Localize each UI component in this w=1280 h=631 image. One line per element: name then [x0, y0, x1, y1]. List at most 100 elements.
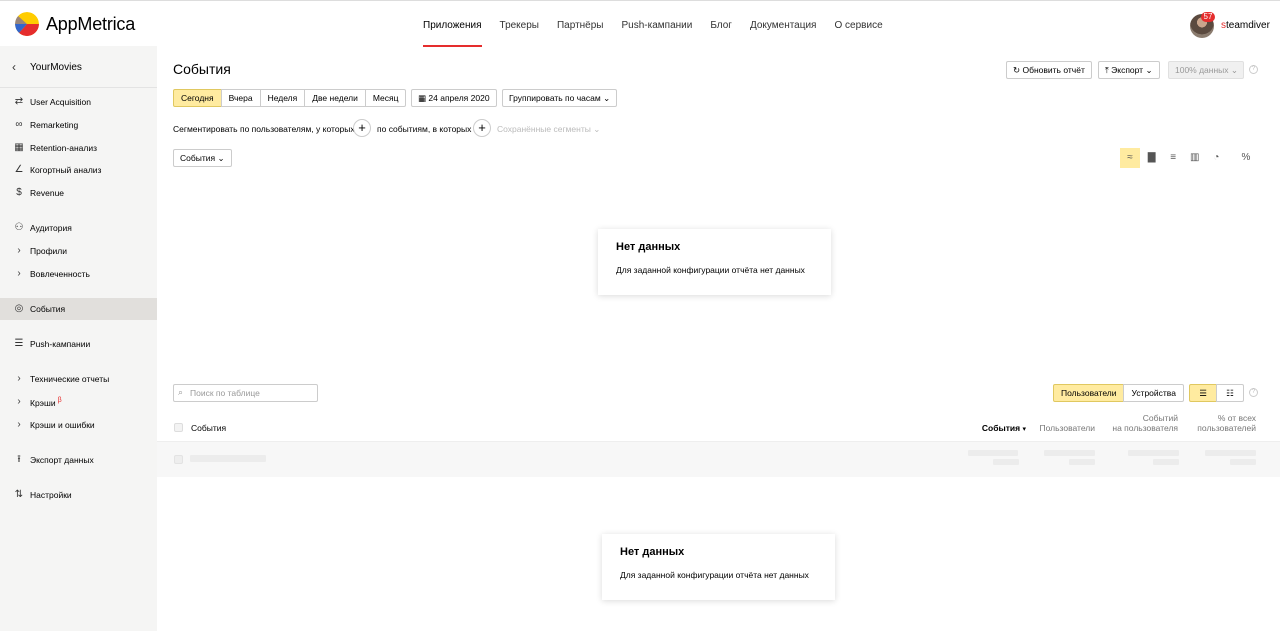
audience-icon: ⚇ — [14, 222, 24, 233]
skeleton-bar — [1153, 459, 1179, 465]
stacked-chart-icon[interactable]: ≡ — [1163, 148, 1183, 168]
column-users[interactable]: Пользователи — [1034, 423, 1095, 433]
dimension-label: События — [180, 153, 216, 163]
nav-item-apps[interactable]: Приложения — [414, 1, 491, 47]
segment-by-users-label: Сегментировать по пользователям, у котор… — [173, 124, 355, 134]
per-user-line-2: на пользователя — [1112, 423, 1178, 433]
per-user-line-1: Событий — [1142, 413, 1178, 423]
table-view-toggle: ☰ ☷ — [1189, 384, 1244, 402]
period-week[interactable]: Неделя — [259, 89, 306, 107]
export-button[interactable]: ⤒ Экспорт ⌄ — [1098, 61, 1160, 79]
sidebar-item-revenue[interactable]: $ Revenue — [0, 182, 157, 204]
sidebar-item-crashes-errors[interactable]: › Крэши и ошибки — [0, 414, 157, 436]
sidebar-item-settings[interactable]: ⇅ Настройки — [0, 484, 157, 506]
sidebar-item-label: Revenue — [30, 188, 65, 198]
nav-item-partners[interactable]: Партнёры — [548, 1, 613, 47]
group-by-select[interactable]: Группировать по часам ⌄ — [502, 89, 618, 107]
period-month[interactable]: Месяц — [364, 89, 407, 107]
skeleton-bar — [1069, 459, 1095, 465]
sidebar-item-cohort[interactable]: ∠ Когортный анализ — [0, 159, 157, 181]
username-rest: teamdiver — [1226, 20, 1270, 31]
bar-chart-icon[interactable]: ▇ — [1142, 148, 1162, 168]
table-search[interactable]: ⌕ — [173, 384, 318, 402]
nav-item-about[interactable]: О сервисе — [825, 1, 891, 47]
app-name: YourMovies — [30, 62, 82, 73]
chevron-down-icon: ⌄ — [603, 93, 611, 103]
target-icon: ◎ — [14, 303, 24, 314]
period-today[interactable]: Сегодня — [173, 89, 222, 107]
toggle-users[interactable]: Пользователи — [1053, 384, 1125, 402]
column-events-per-user[interactable]: Событий на пользователя — [1097, 413, 1178, 433]
chevron-right-icon: › — [17, 373, 21, 384]
nav-item-blog[interactable]: Блог — [701, 1, 741, 47]
sampling-button[interactable]: 100% данных ⌄ — [1168, 61, 1244, 79]
chevron-down-icon: ⌄ — [1230, 65, 1239, 75]
skeleton-bar — [1044, 450, 1095, 456]
appmetrica-logo-icon[interactable] — [15, 12, 39, 36]
nav-item-docs[interactable]: Документация — [741, 1, 826, 47]
add-user-segment-button[interactable]: + — [353, 119, 371, 137]
sidebar-item-profiles[interactable]: › Профили — [0, 240, 157, 262]
username[interactable]: steamdiver — [1221, 20, 1270, 31]
app-back-link[interactable]: ‹ YourMovies — [0, 46, 157, 88]
percent-icon[interactable]: % — [1236, 148, 1256, 168]
date-label: 24 апреля 2020 — [428, 93, 490, 103]
refresh-report-button[interactable]: ↻ Обновить отчёт — [1006, 61, 1092, 79]
skeleton-bar — [968, 450, 1018, 456]
sidebar-item-label: Вовлеченность — [30, 269, 90, 279]
sidebar-item-remarketing[interactable]: ∞ Remarketing — [0, 114, 157, 136]
saved-segments-select[interactable]: Сохранённые сегменты ⌄ — [497, 124, 600, 135]
notification-badge[interactable]: 57 — [1201, 12, 1215, 22]
column-percent-users[interactable]: % от всех пользователей — [1186, 413, 1256, 433]
help-icon[interactable]: ? — [1249, 65, 1258, 74]
pie-chart-icon[interactable]: ◔ — [1206, 148, 1226, 168]
chevron-down-icon: ⌄ — [1145, 65, 1153, 75]
add-event-segment-button[interactable]: + — [473, 119, 491, 137]
sidebar-item-label: Технические отчеты — [30, 374, 110, 384]
select-all-checkbox[interactable] — [174, 423, 183, 432]
row-checkbox[interactable] — [174, 455, 183, 464]
plus-icon: + — [478, 120, 486, 135]
period-yesterday[interactable]: Вчера — [220, 89, 261, 107]
chart-nodata-card: Нет данных Для заданной конфигурации отч… — [598, 229, 831, 295]
brand-title[interactable]: AppMetrica — [46, 14, 135, 35]
sidebar-item-crashes[interactable]: › Крэши β — [0, 391, 157, 413]
nav-item-trackers[interactable]: Трекеры — [491, 1, 548, 47]
sidebar-item-audience[interactable]: ⚇ Аудитория — [0, 217, 157, 239]
table-chart-icon[interactable]: ▥ — [1185, 148, 1205, 168]
table-header: События События ▾ Пользователи Событий н… — [157, 410, 1280, 442]
sidebar-item-push[interactable]: ☰ Push-кампании — [0, 333, 157, 355]
sidebar-item-label: Push-кампании — [30, 339, 91, 349]
table-row — [157, 441, 1280, 477]
sidebar-item-user-acquisition[interactable]: ⇄ User Acquisition — [0, 91, 157, 113]
nav-item-push[interactable]: Push-кампании — [613, 1, 702, 47]
dimension-select[interactable]: События ⌄ — [173, 149, 232, 167]
sidebar-item-events[interactable]: ◎ События — [0, 298, 157, 320]
period-selector: Сегодня Вчера Неделя Две недели Месяц — [173, 89, 407, 107]
tree-view-icon[interactable]: ☷ — [1216, 384, 1244, 402]
sidebar-item-data-export[interactable]: ⭱ Экспорт данных — [0, 449, 157, 471]
line-chart-icon[interactable]: ≈ — [1120, 148, 1140, 168]
list-view-icon[interactable]: ☰ — [1189, 384, 1217, 402]
sampling-label: 100% данных — [1175, 65, 1229, 75]
column-events-count[interactable]: События ▾ — [981, 423, 1026, 435]
sidebar-item-label: Remarketing — [30, 120, 79, 130]
chevron-down-icon: ⌄ — [217, 153, 225, 163]
export-label: Экспорт — [1111, 65, 1144, 75]
sidebar-item-tech-reports[interactable]: › Технические отчеты — [0, 368, 157, 390]
toggle-devices[interactable]: Устройства — [1123, 384, 1184, 402]
date-picker-button[interactable]: ▦ 24 апреля 2020 — [411, 89, 497, 107]
sidebar-item-label: User Acquisition — [30, 97, 91, 107]
sidebar-item-engagement[interactable]: › Вовлеченность — [0, 263, 157, 285]
search-icon: ⌕ — [178, 387, 184, 397]
period-two-weeks[interactable]: Две недели — [304, 89, 366, 107]
chevron-down-icon: ⌄ — [593, 124, 601, 134]
grid-icon: ▦ — [14, 142, 24, 153]
group-by-label: Группировать по часам — [509, 93, 601, 103]
help-icon[interactable]: ? — [1249, 388, 1258, 397]
sidebar-item-retention[interactable]: ▦ Retention-анализ — [0, 137, 157, 159]
search-input[interactable] — [190, 386, 315, 400]
calendar-icon: ▦ — [418, 93, 427, 103]
dollar-icon: $ — [16, 187, 22, 198]
column-events-name[interactable]: События — [191, 423, 226, 433]
